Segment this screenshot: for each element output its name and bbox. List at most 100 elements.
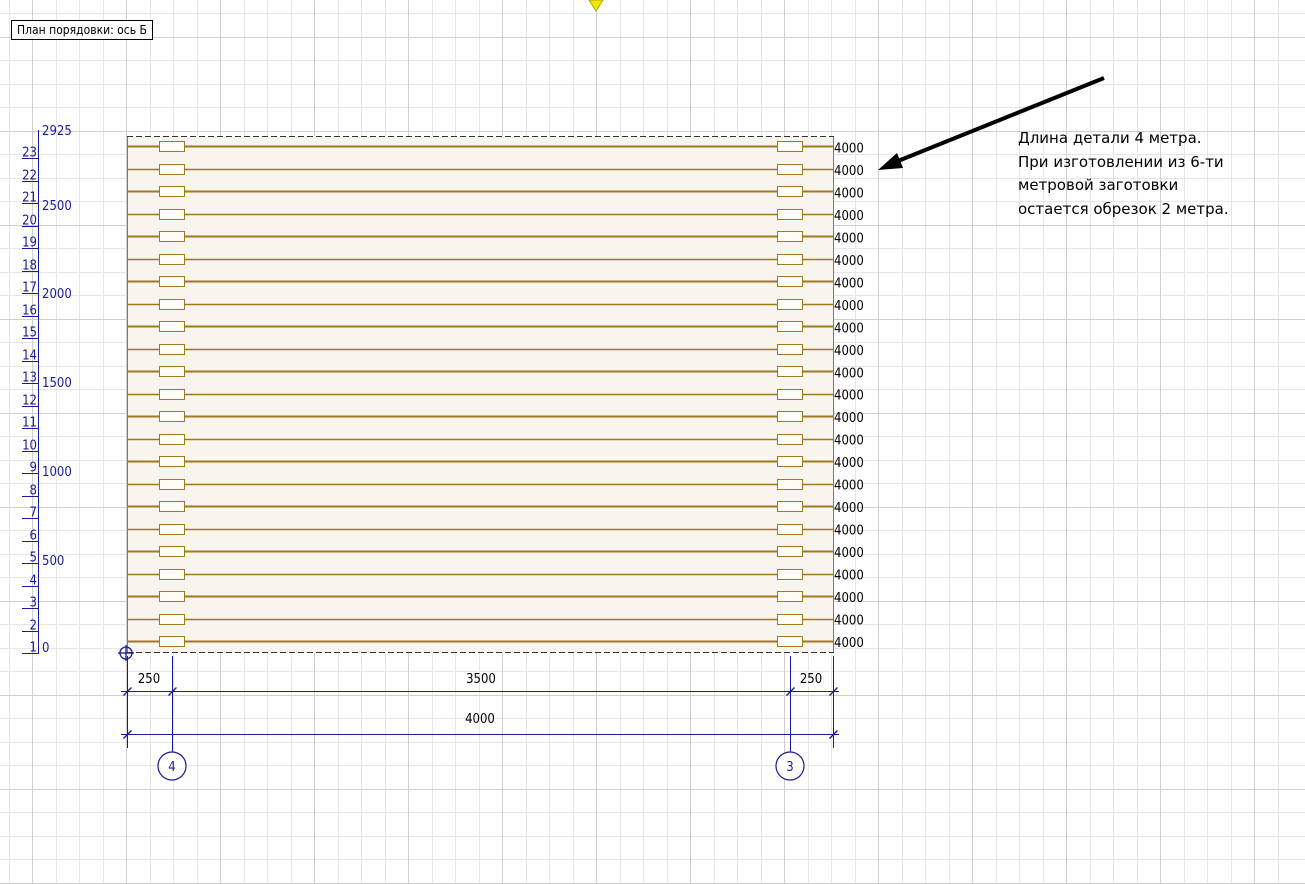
dowel-mark — [777, 434, 803, 445]
height-mark-label: 1500 — [42, 376, 72, 391]
dowel-mark — [777, 209, 803, 220]
dowel-mark — [159, 456, 185, 467]
dowel-mark — [777, 546, 803, 557]
dowel-mark — [159, 164, 185, 175]
log-length-label: 4000 — [834, 366, 864, 381]
log-length-label: 4000 — [834, 501, 864, 516]
log-length-label: 4000 — [834, 614, 864, 629]
dowel-mark — [777, 321, 803, 332]
dowel-mark — [159, 546, 185, 557]
log-length-label: 4000 — [834, 254, 864, 269]
course-number-label: 12 — [22, 394, 37, 409]
log-length-label: 4000 — [834, 591, 864, 606]
dowel-mark — [159, 569, 185, 580]
course-number-label: 21 — [22, 191, 37, 206]
course-number-label: 9 — [30, 461, 37, 476]
dowel-mark — [777, 254, 803, 265]
dowel-mark — [159, 209, 185, 220]
callout-arrowhead-icon — [878, 153, 903, 170]
log-length-label: 4000 — [834, 569, 864, 584]
dowel-mark — [777, 141, 803, 152]
dowel-mark — [777, 164, 803, 175]
dowel-mark — [777, 524, 803, 535]
view-marker-icon — [588, 0, 604, 12]
course-number-label: 4 — [30, 574, 37, 589]
course-number-label: 6 — [30, 529, 37, 544]
note-line-2: При изготовлении из 6-ти — [1018, 152, 1224, 171]
course-number-label: 19 — [22, 236, 37, 251]
course-number-label: 10 — [22, 439, 37, 454]
log-length-label: 4000 — [834, 321, 864, 336]
dowel-mark — [159, 524, 185, 535]
height-mark-label: 2000 — [42, 287, 72, 302]
log-length-label: 4000 — [834, 186, 864, 201]
dowel-mark — [777, 344, 803, 355]
dowel-mark — [159, 411, 185, 422]
dim-span-label: 3500 — [466, 672, 496, 687]
dowel-mark — [159, 636, 185, 647]
course-number-label: 13 — [22, 371, 37, 386]
dowel-mark — [777, 389, 803, 400]
log-length-label: 4000 — [834, 344, 864, 359]
dowel-mark — [777, 299, 803, 310]
course-number-label: 14 — [22, 349, 37, 364]
dowel-mark — [777, 366, 803, 377]
log-length-label: 4000 — [834, 636, 864, 651]
course-number-label: 15 — [22, 326, 37, 341]
dowel-mark — [159, 254, 185, 265]
dowel-mark — [777, 501, 803, 512]
course-number-label: 16 — [22, 304, 37, 319]
log-length-label: 4000 — [834, 209, 864, 224]
dowel-mark — [777, 231, 803, 242]
log-length-label: 4000 — [834, 546, 864, 561]
course-number-label: 2 — [30, 619, 37, 634]
dowel-mark — [777, 456, 803, 467]
dowel-mark — [159, 366, 185, 377]
dowel-mark — [777, 186, 803, 197]
drawing-title: План порядовки: ось Б — [11, 20, 153, 40]
dowel-mark — [777, 569, 803, 580]
dowel-mark — [159, 479, 185, 490]
course-number-label: 17 — [22, 281, 37, 296]
log-length-label: 4000 — [834, 456, 864, 471]
log-length-label: 4000 — [834, 479, 864, 494]
note-line-1: Длина детали 4 метра. — [1018, 129, 1202, 147]
height-mark-label: 1000 — [42, 465, 72, 480]
log-length-label: 4000 — [834, 164, 864, 179]
height-mark-label: 500 — [42, 554, 64, 569]
course-number-label: 5 — [30, 551, 37, 566]
dowel-mark — [159, 141, 185, 152]
dowel-mark — [159, 321, 185, 332]
log-length-label: 4000 — [834, 231, 864, 246]
dowel-mark — [159, 389, 185, 400]
dowel-mark — [777, 411, 803, 422]
course-number-label: 23 — [22, 146, 37, 161]
note-line-4: остается обрезок 2 метра. — [1018, 199, 1229, 218]
dowel-mark — [159, 186, 185, 197]
log-length-label: 4000 — [834, 276, 864, 291]
log-length-label: 4000 — [834, 524, 864, 539]
dowel-mark — [777, 479, 803, 490]
dowel-mark — [159, 299, 185, 310]
dowel-mark — [159, 591, 185, 602]
dowel-mark — [777, 614, 803, 625]
dowel-mark — [777, 276, 803, 287]
axis-label-left: 4 — [168, 760, 175, 775]
course-number-label: 7 — [30, 506, 37, 521]
dowel-mark — [159, 501, 185, 512]
note-line-3: метровой заготовки — [1018, 176, 1179, 194]
dowel-mark — [159, 434, 185, 445]
dowel-mark — [159, 276, 185, 287]
dowel-mark — [159, 231, 185, 242]
height-mark-label: 2925 — [42, 124, 72, 139]
log-length-label: 4000 — [834, 411, 864, 426]
dim-total-label: 4000 — [465, 712, 495, 727]
log-length-label: 4000 — [834, 389, 864, 404]
height-mark-label: 0 — [42, 641, 49, 656]
axis-label-right: 3 — [786, 760, 793, 775]
log-length-label: 4000 — [834, 141, 864, 156]
course-number-label: 22 — [22, 169, 37, 184]
dim-right-offset-label: 250 — [800, 672, 822, 687]
dowel-mark — [777, 591, 803, 602]
course-number-label: 1 — [30, 641, 37, 656]
